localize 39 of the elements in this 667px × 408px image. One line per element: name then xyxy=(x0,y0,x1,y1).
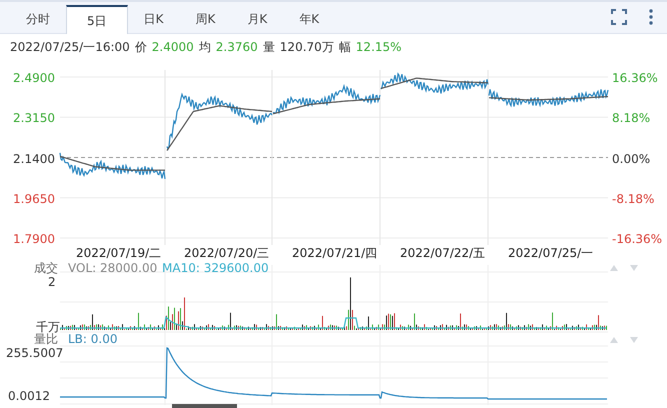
panel-title: 量比 xyxy=(34,332,58,348)
tab[interactable]: 日K xyxy=(128,5,180,33)
date-label: 2022/07/21/四 xyxy=(292,245,378,262)
field-value: 120.70万 xyxy=(280,39,334,56)
volume-reading: VOL: 28000.00 xyxy=(68,260,158,277)
panel-title: 成交 xyxy=(34,260,58,277)
axis-label: 2.4900 xyxy=(12,70,55,87)
date-label: 2022/07/22/五 xyxy=(400,245,486,262)
axis-label: -8.18% xyxy=(612,190,654,208)
date-label: 2022/07/25/一 xyxy=(508,245,594,262)
axis-label: 255.5007 xyxy=(6,345,64,362)
date-label: 2022/07/20/三 xyxy=(184,245,270,262)
axis-label: 1.9650 xyxy=(12,190,55,208)
axis-label: 2.1400 xyxy=(12,150,55,168)
field-label: 幅 xyxy=(338,39,351,56)
axis-label: -16.36% xyxy=(612,231,662,248)
tab[interactable]: 周K xyxy=(180,5,232,33)
field-value: 12.15% xyxy=(356,39,402,56)
tab[interactable]: 月K xyxy=(231,5,284,33)
axis-label: 16.36% xyxy=(612,70,658,87)
field-value: 2.3760 xyxy=(216,39,258,56)
axis-label: 1.7900 xyxy=(12,231,55,248)
tab[interactable]: 5日 xyxy=(66,5,128,34)
field-label: 量 xyxy=(262,39,275,56)
axis-label: 0.00% xyxy=(612,150,650,168)
date-label: 2022/07/19/二 xyxy=(76,245,162,262)
axis-label: 千万 xyxy=(36,319,60,334)
tab[interactable]: 年K xyxy=(283,5,336,33)
field-label: 均 xyxy=(198,39,211,56)
ratio-reading: LB: 0.00 xyxy=(68,331,118,348)
axis-label: 2.3150 xyxy=(12,110,55,128)
field-label: 价 xyxy=(134,39,147,56)
tab[interactable]: 分时 xyxy=(10,5,66,33)
field-value: 2.4000 xyxy=(152,39,194,56)
ma-reading: MA10: 329600.00 xyxy=(162,260,269,277)
axis-label: 8.18% xyxy=(612,110,650,128)
axis-label: 0.0012 xyxy=(8,388,50,405)
axis-label: 2 xyxy=(48,274,56,291)
timestamp: 2022/07/25/一16:00 xyxy=(10,39,130,56)
